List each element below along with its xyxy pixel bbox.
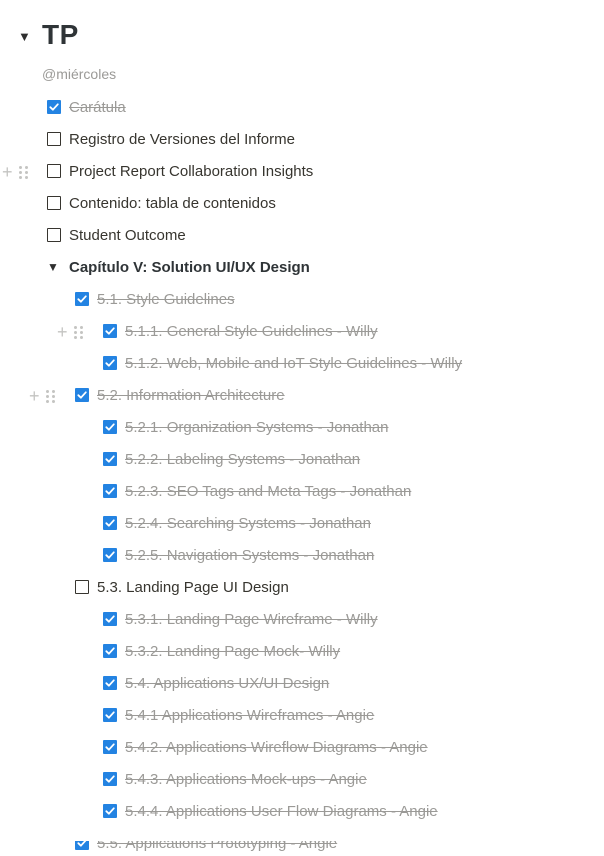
todo-item[interactable]: Student Outcome xyxy=(47,222,186,248)
checkbox[interactable] xyxy=(103,452,117,466)
checkmark-icon xyxy=(105,679,115,687)
todo-label: Registro de Versiones del Informe xyxy=(69,130,295,148)
checkbox[interactable] xyxy=(103,420,117,434)
todo-item[interactable]: 5.4.4. Applications User Flow Diagrams -… xyxy=(103,798,438,824)
todo-label: 5.2.4. Searching Systems - Jonathan xyxy=(125,514,371,532)
todo-item[interactable]: 5.2.1. Organization Systems - Jonathan xyxy=(103,414,388,440)
checkbox[interactable] xyxy=(103,804,117,818)
checkmark-icon xyxy=(77,295,87,303)
checkmark-icon xyxy=(105,359,115,367)
checkmark-icon xyxy=(105,487,115,495)
todo-label: 5.2.1. Organization Systems - Jonathan xyxy=(125,418,389,436)
todo-label: Student Outcome xyxy=(69,226,186,244)
viewport-edge xyxy=(0,834,604,841)
todo-item[interactable]: 5.2.3. SEO Tags and Meta Tags - Jonathan xyxy=(103,478,411,504)
checkbox[interactable] xyxy=(47,132,61,146)
todo-label: Project Report Collaboration Insights xyxy=(69,162,314,180)
todo-item[interactable]: 5.2.4. Searching Systems - Jonathan xyxy=(103,510,371,536)
todo-item[interactable]: 5.2.5. Navigation Systems - Jonathan xyxy=(103,542,374,568)
todo-label: 5.4. Applications UX/UI Design xyxy=(125,674,330,692)
add-block-icon[interactable]: + xyxy=(29,387,40,405)
todo-label: 5.3.2. Landing Page Mock- Willy xyxy=(125,642,341,660)
checkmark-icon xyxy=(49,103,59,111)
checkbox[interactable] xyxy=(75,580,89,594)
todo-item[interactable]: Contenido: tabla de contenidos xyxy=(47,190,276,216)
row-handle[interactable]: + xyxy=(2,163,28,181)
checkbox[interactable] xyxy=(103,612,117,626)
checkbox[interactable] xyxy=(75,292,89,306)
todo-item[interactable]: 5.4.1 Applications Wireframes - Angie xyxy=(103,702,374,728)
todo-label: 5.2. Information Architecture xyxy=(97,386,285,404)
todo-item[interactable]: 5.1. Style Guidelines xyxy=(75,286,235,312)
todo-item[interactable]: 5.4. Applications UX/UI Design xyxy=(103,670,329,696)
checkbox[interactable] xyxy=(103,356,117,370)
todo-label: 5.2.3. SEO Tags and Meta Tags - Jonathan xyxy=(125,482,412,500)
add-block-icon[interactable]: + xyxy=(2,163,13,181)
checkbox[interactable] xyxy=(47,228,61,242)
checkbox[interactable] xyxy=(75,388,89,402)
checkmark-icon xyxy=(105,807,115,815)
checkmark-icon xyxy=(105,647,115,655)
checkmark-icon xyxy=(105,775,115,783)
todo-label: 5.3.1. Landing Page Wireframe - Willy xyxy=(125,610,378,628)
add-block-icon[interactable]: + xyxy=(57,323,68,341)
page-title: TP xyxy=(42,19,79,50)
todo-item[interactable]: 5.2. Information Architecture xyxy=(75,382,285,408)
checkbox[interactable] xyxy=(103,708,117,722)
todo-item[interactable]: 5.2.2. Labeling Systems - Jonathan xyxy=(103,446,360,472)
todo-label: 5.1.1. General Style Guidelines - Willy xyxy=(125,322,378,340)
todo-item[interactable]: 5.1.1. General Style Guidelines - Willy xyxy=(103,318,378,344)
drag-handle-icon[interactable] xyxy=(18,165,28,179)
chapter-toggle-icon[interactable]: ▼ xyxy=(47,261,61,273)
checkmark-icon xyxy=(105,519,115,527)
checkmark-icon xyxy=(77,391,87,399)
row-handle[interactable]: + xyxy=(29,387,55,405)
chapter-toggle[interactable]: ▼ Capítulo V: Solution UI/UX Design xyxy=(47,254,310,280)
todo-label: Carátula xyxy=(69,98,126,116)
todo-label: 5.3. Landing Page UI Design xyxy=(97,578,289,596)
checkmark-icon xyxy=(105,455,115,463)
drag-handle-icon[interactable] xyxy=(45,389,55,403)
todo-item[interactable]: 5.4.2. Applications Wireflow Diagrams - … xyxy=(103,734,428,760)
todo-label: 5.2.2. Labeling Systems - Jonathan xyxy=(125,450,361,468)
todo-label: 5.1.2. Web, Mobile and IoT Style Guideli… xyxy=(125,354,463,372)
checkmark-icon xyxy=(105,615,115,623)
todo-item[interactable]: Carátula xyxy=(47,94,126,120)
todo-label: 5.2.5. Navigation Systems - Jonathan xyxy=(125,546,375,564)
todo-label: 5.4.1 Applications Wireframes - Angie xyxy=(125,706,375,724)
checkmark-icon xyxy=(105,327,115,335)
row-handle[interactable]: + xyxy=(57,323,83,341)
checkmark-icon xyxy=(105,711,115,719)
drag-handle-icon[interactable] xyxy=(73,325,83,339)
title-toggle-icon[interactable]: ▼ xyxy=(18,30,31,43)
todo-item[interactable]: 5.3. Landing Page UI Design xyxy=(75,574,289,600)
todo-item[interactable]: Project Report Collaboration Insights xyxy=(47,158,313,184)
todo-item[interactable]: 5.3.2. Landing Page Mock- Willy xyxy=(103,638,340,664)
todo-label: Contenido: tabla de contenidos xyxy=(69,194,276,212)
checkbox[interactable] xyxy=(103,516,117,530)
checkbox[interactable] xyxy=(47,164,61,178)
todo-item[interactable]: 5.1.2. Web, Mobile and IoT Style Guideli… xyxy=(103,350,462,376)
checkbox[interactable] xyxy=(47,100,61,114)
date-mention[interactable]: @miércoles xyxy=(42,66,116,82)
checkmark-icon xyxy=(105,743,115,751)
checkmark-icon xyxy=(105,423,115,431)
checkbox[interactable] xyxy=(103,644,117,658)
checkbox[interactable] xyxy=(103,324,117,338)
todo-label: 5.1. Style Guidelines xyxy=(97,290,235,308)
todo-label: 5.4.4. Applications User Flow Diagrams -… xyxy=(125,802,438,820)
checkbox[interactable] xyxy=(47,196,61,210)
checkbox[interactable] xyxy=(103,484,117,498)
todo-item[interactable]: Registro de Versiones del Informe xyxy=(47,126,295,152)
todo-item[interactable]: 5.3.1. Landing Page Wireframe - Willy xyxy=(103,606,378,632)
checkmark-icon xyxy=(105,551,115,559)
checkbox[interactable] xyxy=(103,676,117,690)
todo-item[interactable]: 5.4.3. Applications Mock-ups - Angie xyxy=(103,766,367,792)
todo-label: 5.4.2. Applications Wireflow Diagrams - … xyxy=(125,738,428,756)
checkbox[interactable] xyxy=(103,740,117,754)
checkbox[interactable] xyxy=(103,772,117,786)
checkbox[interactable] xyxy=(103,548,117,562)
chapter-heading: Capítulo V: Solution UI/UX Design xyxy=(69,258,310,276)
todo-label: 5.4.3. Applications Mock-ups - Angie xyxy=(125,770,367,788)
